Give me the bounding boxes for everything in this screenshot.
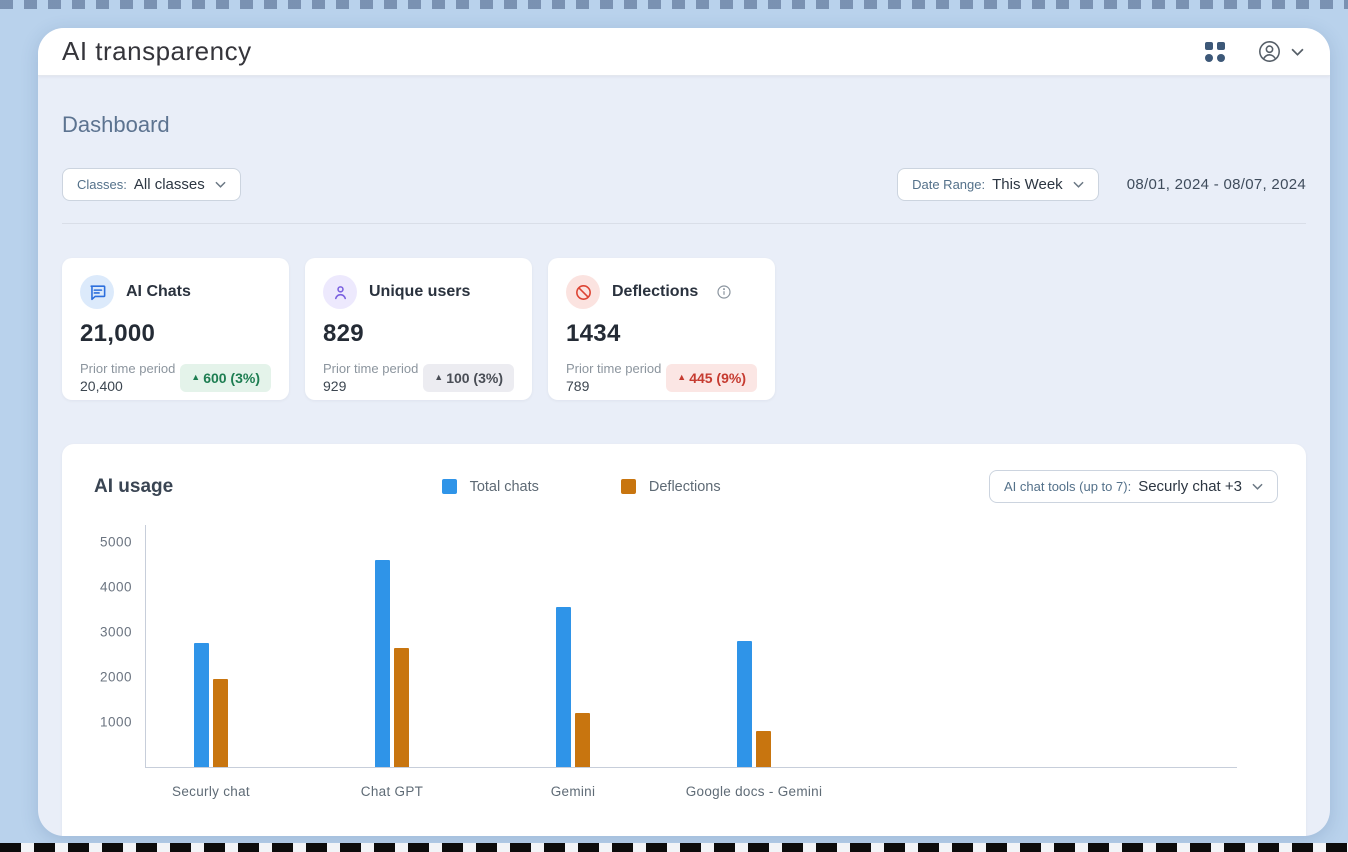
- date-range-dropdown-value: This Week: [992, 176, 1063, 193]
- chart-header: AI usage Total chats Deflections AI chat…: [62, 470, 1306, 503]
- change-text: 600 (3%): [203, 370, 260, 386]
- page-title: Dashboard: [62, 112, 1306, 138]
- legend-label: Total chats: [470, 479, 539, 495]
- ai-chat-tools-value: Securly chat +3: [1138, 478, 1242, 495]
- y-axis-tick-label: 5000: [100, 535, 132, 550]
- classes-dropdown-value: All classes: [134, 176, 205, 193]
- prior-period-value: 20,400: [80, 378, 175, 394]
- chat-icon: [80, 275, 114, 309]
- app-window: AI transparency Dashboard: [38, 28, 1330, 836]
- classes-dropdown[interactable]: Classes: All classes: [62, 168, 241, 201]
- change-text: 445 (9%): [689, 370, 746, 386]
- bar-deflections: [575, 713, 590, 767]
- legend-item-deflections: Deflections: [621, 479, 721, 495]
- stat-card-deflections: Deflections 1434 Prior time period 789: [548, 258, 775, 400]
- user-avatar-icon[interactable]: [1257, 39, 1282, 64]
- stat-card-title: AI Chats: [126, 283, 191, 301]
- x-axis-category-label: Google docs - Gemini: [686, 784, 823, 799]
- prior-period-label: Prior time period: [323, 361, 418, 376]
- stat-card-ai-chats: AI Chats 21,000 Prior time period 20,400…: [62, 258, 289, 400]
- bar-group: [556, 607, 590, 767]
- filters-row: Classes: All classes Date Range: This We…: [62, 168, 1306, 201]
- section-divider: [62, 223, 1306, 224]
- bar-deflections: [394, 648, 409, 767]
- chevron-down-icon: [1073, 181, 1084, 188]
- prohibition-icon: [566, 275, 600, 309]
- stat-card-unique-users: Unique users 829 Prior time period 929 ▲…: [305, 258, 532, 400]
- stat-card-title: Deflections: [612, 283, 698, 301]
- x-axis-category-label: Chat GPT: [361, 784, 423, 799]
- bar-total-chats: [737, 641, 752, 767]
- ai-chat-tools-label: AI chat tools (up to 7):: [1004, 479, 1131, 494]
- account-menu[interactable]: [1257, 39, 1304, 64]
- chevron-down-icon[interactable]: [1291, 48, 1304, 56]
- y-axis-tick-label: 4000: [100, 580, 132, 595]
- info-icon[interactable]: [716, 284, 732, 300]
- change-badge: ▲445 (9%): [666, 364, 757, 392]
- x-axis-category-label: Gemini: [551, 784, 596, 799]
- chevron-down-icon: [215, 181, 226, 188]
- bar-total-chats: [556, 607, 571, 767]
- date-range-dropdown-label: Date Range:: [912, 177, 985, 192]
- date-range-dropdown[interactable]: Date Range: This Week: [897, 168, 1099, 201]
- ai-chat-tools-dropdown[interactable]: AI chat tools (up to 7): Securly chat +3: [989, 470, 1278, 503]
- chart-title: AI usage: [94, 476, 173, 498]
- bar-deflections: [756, 731, 771, 767]
- bar-deflections: [213, 679, 228, 767]
- bar-chart-plot: 10002000300040005000Securly chatChat GPT…: [145, 525, 1237, 768]
- prior-period-value: 929: [323, 378, 418, 394]
- app-header: AI transparency: [38, 28, 1330, 76]
- legend-label: Deflections: [649, 479, 721, 495]
- legend-swatch-total-chats: [442, 479, 457, 494]
- y-axis-tick-label: 1000: [100, 715, 132, 730]
- classes-dropdown-label: Classes:: [77, 177, 127, 192]
- decorative-top-edge: [0, 0, 1348, 9]
- up-arrow-icon: ▲: [191, 373, 200, 382]
- apps-grid-icon[interactable]: [1205, 42, 1225, 62]
- prior-period-label: Prior time period: [566, 361, 661, 376]
- legend-item-total-chats: Total chats: [442, 479, 539, 495]
- change-badge: ▲600 (3%): [180, 364, 271, 392]
- prior-period-value: 789: [566, 378, 661, 394]
- change-badge: ▲100 (3%): [423, 364, 514, 392]
- ai-usage-chart-card: AI usage Total chats Deflections AI chat…: [62, 444, 1306, 836]
- user-icon: [323, 275, 357, 309]
- stat-card-value: 1434: [566, 320, 757, 348]
- date-range-text: 08/01, 2024 - 08/07, 2024: [1127, 176, 1306, 193]
- bar-group: [737, 641, 771, 767]
- chevron-down-icon: [1252, 483, 1263, 490]
- bar-group: [375, 560, 409, 767]
- dashboard-content: Dashboard Classes: All classes Date Rang…: [38, 76, 1330, 836]
- change-text: 100 (3%): [446, 370, 503, 386]
- decorative-bottom-edge: [0, 843, 1348, 852]
- bar-total-chats: [194, 643, 209, 767]
- x-axis-category-label: Securly chat: [172, 784, 250, 799]
- y-axis-tick-label: 2000: [100, 670, 132, 685]
- prior-period-label: Prior time period: [80, 361, 175, 376]
- stat-card-value: 829: [323, 320, 514, 348]
- bar-group: [194, 643, 228, 767]
- up-arrow-icon: ▲: [677, 373, 686, 382]
- up-arrow-icon: ▲: [434, 373, 443, 382]
- legend-swatch-deflections: [621, 479, 636, 494]
- app-title: AI transparency: [62, 36, 252, 67]
- chart-legend: Total chats Deflections: [173, 479, 989, 495]
- stat-card-title: Unique users: [369, 283, 470, 301]
- y-axis-tick-label: 3000: [100, 625, 132, 640]
- stat-card-value: 21,000: [80, 320, 271, 348]
- stat-cards-row: AI Chats 21,000 Prior time period 20,400…: [62, 258, 1306, 400]
- bar-total-chats: [375, 560, 390, 767]
